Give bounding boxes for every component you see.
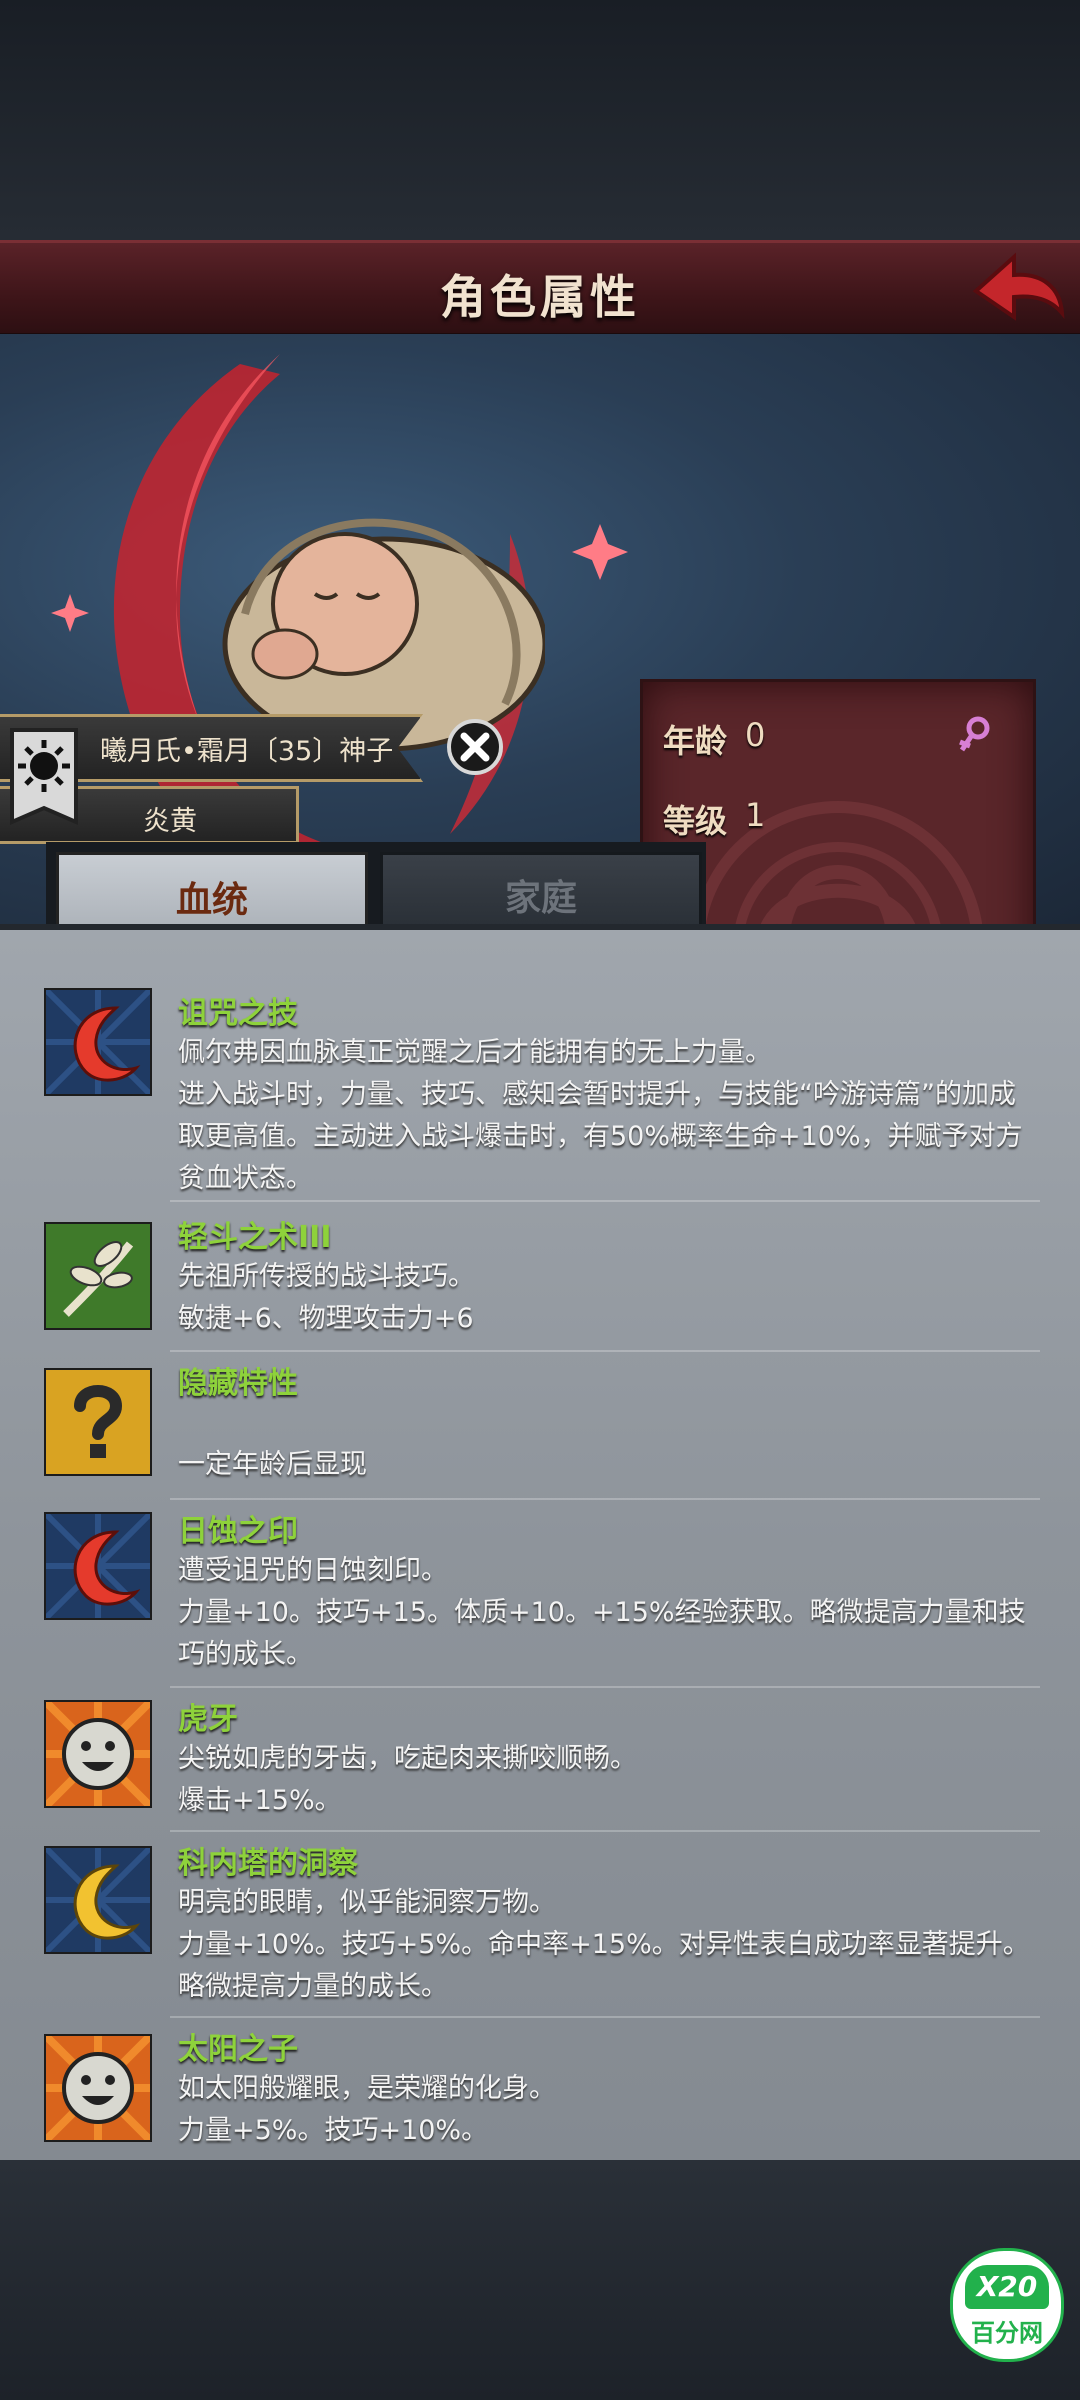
trait-description: 先祖所传授的战斗技巧。 敏捷+6、物理攻击力+6 bbox=[178, 1261, 475, 1334]
top-background bbox=[0, 0, 1080, 240]
trait-description: 明亮的眼睛，似乎能洞察万物。 力量+10%。技巧+5%。命中率+15%。对异性表… bbox=[178, 1887, 1030, 2002]
tab-bloodline-label: 血统 bbox=[175, 880, 248, 921]
divider bbox=[170, 1350, 1040, 1352]
trait-description: 如太阳般耀眼，是荣耀的化身。 力量+5%。技巧+10%。 bbox=[178, 2073, 556, 2146]
red-crescent-swirl-icon bbox=[44, 1512, 152, 1620]
female-gender-icon bbox=[959, 716, 990, 752]
trait-description: 尖锐如虎的牙齿，吃起肉来撕咬顺畅。 爆击+15%。 bbox=[178, 1743, 637, 1816]
sun-face-icon bbox=[44, 2034, 152, 2142]
gold-crescent-swirl-icon bbox=[44, 1846, 152, 1954]
red-crescent-swirl-icon bbox=[44, 988, 152, 1096]
divider bbox=[170, 1498, 1040, 1500]
leaf-branch-icon bbox=[44, 1222, 152, 1330]
trait-title: 诅咒之技 bbox=[178, 996, 298, 1031]
divider bbox=[170, 2016, 1040, 2018]
close-icon[interactable] bbox=[446, 718, 504, 776]
watermark-bottom-text: 百分网 bbox=[971, 2319, 1043, 2347]
tab-family-label: 家庭 bbox=[504, 878, 577, 919]
divider bbox=[170, 1200, 1040, 1202]
trait-title: 太阳之子 bbox=[178, 2032, 298, 2067]
trait-description: 佩尔弗因血脉真正觉醒之后才能拥有的无上力量。 进入战斗时，力量、技巧、感知会暂时… bbox=[178, 1037, 1023, 1194]
clan-sun-flag-icon bbox=[10, 728, 78, 826]
age-label: 年龄 bbox=[663, 722, 728, 760]
divider bbox=[170, 1686, 1040, 1688]
character-name: 曦月氏•霜月〔35〕神子 bbox=[100, 736, 394, 767]
divider bbox=[170, 1830, 1040, 1832]
trait-title: 日蚀之印 bbox=[178, 1514, 298, 1549]
tab-family[interactable]: 家庭 bbox=[380, 852, 702, 930]
traits-list[interactable]: 诅咒之技 佩尔弗因血脉真正觉醒之后才能拥有的无上力量。 进入战斗时，力量、技巧、… bbox=[0, 924, 1080, 2164]
trait-title: 隐藏特性 bbox=[178, 1366, 298, 1401]
trait-title: 虎牙 bbox=[178, 1702, 238, 1737]
trait-description: 一定年龄后显现 bbox=[178, 1449, 367, 1480]
bottom-background bbox=[0, 2160, 1080, 2400]
back-arrow-icon[interactable] bbox=[962, 243, 1072, 333]
question-mark-icon bbox=[44, 1368, 152, 1476]
site-watermark-logo: X20 百分网 bbox=[950, 2248, 1064, 2362]
sun-face-icon bbox=[44, 1700, 152, 1808]
header-bar: 角色属性 bbox=[0, 240, 1080, 337]
age-value: 0 bbox=[745, 716, 766, 754]
level-label: 等级 bbox=[663, 802, 728, 840]
trait-title: 科内塔的洞察 bbox=[178, 1846, 358, 1881]
level-value: 1 bbox=[745, 796, 766, 834]
page-title: 角色属性 bbox=[440, 270, 640, 324]
trait-title: 轻斗之术III bbox=[178, 1220, 332, 1255]
trait-description: 遭受诅咒的日蚀刻印。 力量+10。技巧+15。体质+10。+15%经验获取。略微… bbox=[178, 1555, 1026, 1670]
watermark-top-text: X20 bbox=[965, 2265, 1049, 2309]
